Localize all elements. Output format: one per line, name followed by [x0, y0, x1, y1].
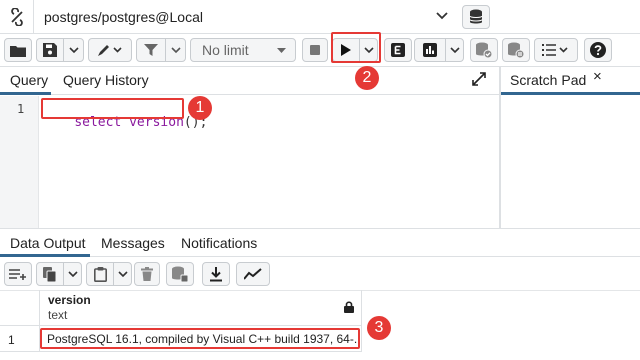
tab-data-output-underline [0, 254, 90, 257]
filter-button[interactable] [137, 39, 165, 61]
folder-icon [10, 45, 26, 57]
caret-down-icon [277, 48, 286, 53]
explain-analyze-button[interactable] [415, 39, 445, 61]
tab-query-history[interactable]: Query History [63, 72, 149, 88]
connection-label: postgres/postgres@Local [44, 9, 203, 25]
row-header-corner[interactable] [0, 290, 40, 326]
explain-analyze-split [414, 38, 464, 62]
filter-icon [144, 44, 158, 56]
tab-scratch-pad[interactable]: Scratch Pad [510, 72, 586, 88]
database-icon [469, 9, 483, 24]
paste-options-button[interactable] [113, 263, 131, 285]
copy-icon [43, 266, 57, 282]
highlight-sql-query [41, 98, 184, 119]
bar-chart-icon [423, 43, 437, 57]
graph-visualiser-button[interactable] [236, 262, 270, 286]
trash-icon [141, 267, 153, 281]
paste-button[interactable] [87, 263, 113, 285]
database-check-icon [476, 42, 493, 58]
output-tab-bar [0, 228, 640, 257]
macros-button[interactable] [535, 39, 577, 61]
connection-select[interactable]: postgres/postgres@Local [34, 0, 458, 34]
copy-options-button[interactable] [63, 263, 81, 285]
tab-data-output[interactable]: Data Output [10, 235, 86, 251]
chevron-down-icon [67, 270, 78, 277]
row-limit-select[interactable]: No limit [190, 38, 296, 62]
line-chart-icon [244, 268, 262, 280]
chevron-down-icon [117, 270, 128, 277]
highlight-execute-button [331, 32, 381, 63]
save-file-split [36, 38, 84, 62]
chevron-down-icon [170, 46, 181, 53]
expand-icon[interactable] [472, 72, 486, 86]
tab-query[interactable]: Query [10, 72, 48, 88]
list-icon [542, 44, 568, 56]
explain-options-button[interactable] [445, 39, 463, 61]
scratch-pad-close-icon[interactable]: × [593, 68, 602, 85]
highlight-result-cell [40, 328, 360, 349]
rollback-button[interactable] [502, 38, 530, 62]
save-icon [43, 43, 57, 57]
chevron-down-icon [68, 46, 79, 53]
column-name: version [48, 293, 91, 307]
tab-scratch-pad-underline [501, 92, 640, 95]
open-file-button[interactable] [4, 38, 32, 62]
column-type: text [48, 308, 68, 322]
download-icon [210, 266, 222, 281]
clipboard-icon [93, 266, 107, 282]
connection-status-icon[interactable] [0, 0, 34, 34]
add-row-button[interactable] [4, 262, 32, 286]
tab-messages[interactable]: Messages [101, 235, 165, 251]
tab-notifications[interactable]: Notifications [181, 235, 257, 251]
save-data-button[interactable] [166, 262, 194, 286]
explain-icon [391, 43, 405, 57]
paste-split [86, 262, 132, 286]
save-file-button[interactable] [37, 39, 63, 61]
chevron-down-icon [436, 12, 448, 20]
step-marker-2: 2 [355, 66, 379, 90]
row-number[interactable]: 1 [0, 326, 40, 352]
row-limit-value: No limit [202, 42, 249, 58]
lock-icon [344, 301, 354, 313]
commit-button[interactable] [470, 38, 498, 62]
edit-button[interactable] [89, 39, 131, 61]
copy-split [36, 262, 82, 286]
explain-button[interactable] [384, 38, 412, 62]
tab-query-underline [0, 92, 51, 95]
add-row-icon [9, 269, 26, 280]
pencil-icon [98, 45, 122, 56]
database-save-icon [172, 266, 189, 282]
step-marker-3: 3 [367, 316, 391, 340]
download-button[interactable] [202, 262, 230, 286]
database-rollback-icon [508, 42, 525, 58]
help-icon [590, 42, 606, 58]
column-header-version[interactable]: version text [40, 290, 362, 326]
line-number: 1 [17, 102, 25, 116]
stop-icon [310, 45, 320, 55]
scratch-pad-area[interactable] [501, 96, 640, 228]
step-marker-1: 1 [188, 96, 212, 120]
connection-database-button[interactable] [462, 5, 490, 29]
stop-button[interactable] [302, 38, 328, 62]
copy-button[interactable] [37, 263, 63, 285]
filter-options-button[interactable] [165, 39, 185, 61]
help-button[interactable] [584, 38, 612, 62]
delete-button[interactable] [134, 262, 160, 286]
filter-split [136, 38, 186, 62]
chevron-down-icon [449, 46, 460, 53]
save-options-button[interactable] [63, 39, 83, 61]
macros-split [534, 38, 578, 62]
edit-split [88, 38, 132, 62]
